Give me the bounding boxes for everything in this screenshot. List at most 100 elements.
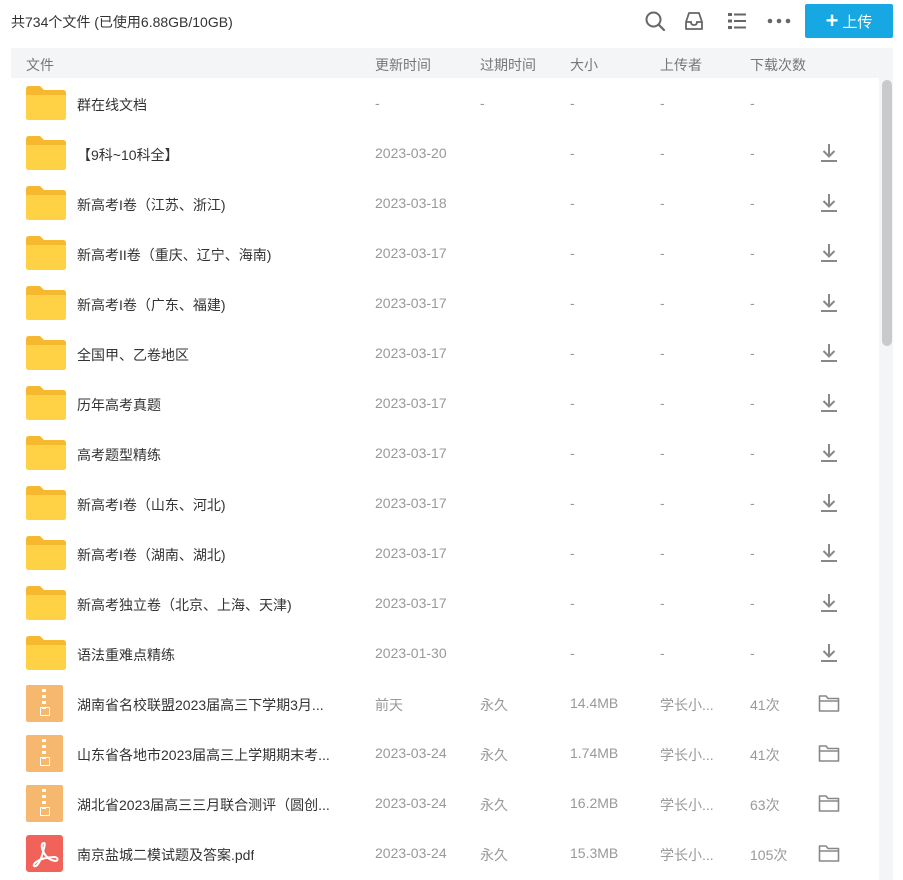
- cell-size: -: [570, 545, 575, 561]
- folder-icon: [26, 136, 66, 170]
- column-uploader[interactable]: 上传者: [660, 55, 702, 75]
- folder-outline-icon[interactable]: [818, 792, 840, 814]
- download-icon[interactable]: [818, 292, 840, 314]
- download-icon[interactable]: [818, 392, 840, 414]
- file-row[interactable]: 新高考I卷（广东、福建) 2023-03-17 - - -: [11, 278, 879, 328]
- download-icon[interactable]: [818, 342, 840, 364]
- more-icon[interactable]: [767, 9, 791, 33]
- cell-updated: 2023-03-17: [375, 345, 447, 361]
- cell-size: -: [570, 645, 575, 661]
- cell-size: -: [570, 595, 575, 611]
- file-name[interactable]: 新高考I卷（湖南、湖北): [77, 545, 226, 565]
- cell-updated: 2023-01-30: [375, 645, 447, 661]
- file-row[interactable]: 新高考I卷（山东、河北) 2023-03-17 - - -: [11, 478, 879, 528]
- list-view-icon[interactable]: [725, 9, 749, 33]
- cell-downloads: -: [750, 195, 755, 211]
- file-name[interactable]: 山东省各地市2023届高三上学期期末考...: [77, 745, 330, 765]
- cell-downloads: -: [750, 545, 755, 561]
- inbox-icon[interactable]: [682, 9, 706, 33]
- folder-icon: [26, 486, 66, 520]
- file-row[interactable]: 新高考独立卷（北京、上海、天津) 2023-03-17 - - -: [11, 578, 879, 628]
- file-name[interactable]: 新高考II卷（重庆、辽宁、海南): [77, 245, 271, 265]
- file-row[interactable]: 【9科~10科全】 2023-03-20 - - -: [11, 128, 879, 178]
- folder-icon: [26, 236, 66, 270]
- cell-updated: 2023-03-24: [375, 745, 447, 761]
- cell-uploader: -: [660, 495, 665, 511]
- file-name[interactable]: 高考题型精练: [77, 445, 161, 465]
- column-downloads[interactable]: 下载次数: [750, 55, 806, 75]
- file-row[interactable]: 新高考I卷（江苏、浙江) 2023-03-18 - - -: [11, 178, 879, 228]
- file-name[interactable]: 新高考I卷（山东、河北): [77, 495, 226, 515]
- file-row[interactable]: 历年高考真题 2023-03-17 - - -: [11, 378, 879, 428]
- cell-expires: 永久: [480, 847, 508, 863]
- cell-uploader: -: [660, 345, 665, 361]
- cell-uploader: -: [660, 395, 665, 411]
- download-icon[interactable]: [818, 142, 840, 164]
- upload-button[interactable]: + 上传: [805, 4, 893, 38]
- cell-uploader: 学长小...: [660, 847, 714, 863]
- file-name[interactable]: 历年高考真题: [77, 395, 161, 415]
- file-name[interactable]: 群在线文档: [77, 95, 147, 115]
- cell-uploader: 学长小...: [660, 747, 714, 763]
- download-icon[interactable]: [818, 592, 840, 614]
- file-name[interactable]: 新高考I卷（江苏、浙江): [77, 195, 226, 215]
- file-row[interactable]: 湖南省名校联盟2023届高三下学期3月... 前天 永久 14.4MB 学长小... 41…: [11, 678, 879, 728]
- column-size[interactable]: 大小: [570, 55, 598, 75]
- folder-icon: [26, 536, 66, 570]
- file-name[interactable]: 新高考I卷（广东、福建): [77, 295, 226, 315]
- download-icon[interactable]: [818, 442, 840, 464]
- file-name[interactable]: 【9科~10科全】: [77, 145, 179, 165]
- cell-downloads: -: [750, 645, 755, 661]
- zip-file-icon: [26, 685, 63, 722]
- cell-uploader: -: [660, 195, 665, 211]
- column-expires[interactable]: 过期时间: [480, 55, 536, 75]
- file-name[interactable]: 语法重难点精练: [77, 645, 175, 665]
- pdf-file-icon: [26, 835, 63, 872]
- file-row[interactable]: 新高考I卷（湖南、湖北) 2023-03-17 - - -: [11, 528, 879, 578]
- cell-size: -: [570, 245, 575, 261]
- zip-file-icon: [26, 735, 63, 772]
- download-icon[interactable]: [818, 192, 840, 214]
- file-name[interactable]: 湖南省名校联盟2023届高三下学期3月...: [77, 695, 324, 715]
- upload-button-label: 上传: [842, 13, 873, 31]
- cell-expires: 永久: [480, 747, 508, 763]
- file-name[interactable]: 全国甲、乙卷地区: [77, 345, 189, 365]
- file-row[interactable]: 群在线文档 - - - - -: [11, 78, 879, 128]
- search-icon[interactable]: [643, 9, 667, 33]
- file-name[interactable]: 湖北省2023届高三三月联合测评（圆创...: [77, 795, 330, 815]
- column-name[interactable]: 文件: [26, 55, 54, 75]
- cell-updated: 2023-03-24: [375, 795, 447, 811]
- download-icon[interactable]: [818, 542, 840, 564]
- cell-updated: 2023-03-17: [375, 495, 447, 511]
- download-icon[interactable]: [818, 642, 840, 664]
- cell-uploader: -: [660, 595, 665, 611]
- folder-icon: [26, 286, 66, 320]
- folder-outline-icon[interactable]: [818, 692, 840, 714]
- file-row[interactable]: 新高考II卷（重庆、辽宁、海南) 2023-03-17 - - -: [11, 228, 879, 278]
- file-row[interactable]: 语法重难点精练 2023-01-30 - - -: [11, 628, 879, 678]
- cell-downloads: 41次: [750, 747, 780, 763]
- file-row[interactable]: 南京盐城二模试题及答案.pdf 2023-03-24 永久 15.3MB 学长小... 1…: [11, 828, 879, 878]
- cell-updated: 前天: [375, 697, 403, 713]
- download-icon[interactable]: [818, 492, 840, 514]
- file-row[interactable]: 湖北省2023届高三三月联合测评（圆创... 2023-03-24 永久 16.2MB…: [11, 778, 879, 828]
- scrollbar-thumb[interactable]: [882, 80, 892, 346]
- cell-expires: -: [480, 95, 485, 111]
- file-row[interactable]: 高考题型精练 2023-03-17 - - -: [11, 428, 879, 478]
- cell-uploader: -: [660, 545, 665, 561]
- column-updated[interactable]: 更新时间: [375, 55, 431, 75]
- file-row[interactable]: 山东省各地市2023届高三上学期期末考... 2023-03-24 永久 1.74MB…: [11, 728, 879, 778]
- file-name[interactable]: 南京盐城二模试题及答案.pdf: [77, 845, 254, 865]
- file-name[interactable]: 新高考独立卷（北京、上海、天津): [77, 595, 292, 615]
- cell-downloads: -: [750, 495, 755, 511]
- download-icon[interactable]: [818, 242, 840, 264]
- cell-size: 16.2MB: [570, 795, 619, 811]
- cell-size: 14.4MB: [570, 695, 619, 711]
- file-row[interactable]: 全国甲、乙卷地区 2023-03-17 - - -: [11, 328, 879, 378]
- cell-size: 1.74MB: [570, 745, 619, 761]
- folder-outline-icon[interactable]: [818, 742, 840, 764]
- cell-uploader: -: [660, 145, 665, 161]
- zip-file-icon: [26, 785, 63, 822]
- file-count-label: 共734个文件 (已使用6.88GB/10GB): [11, 14, 233, 30]
- folder-outline-icon[interactable]: [818, 842, 840, 864]
